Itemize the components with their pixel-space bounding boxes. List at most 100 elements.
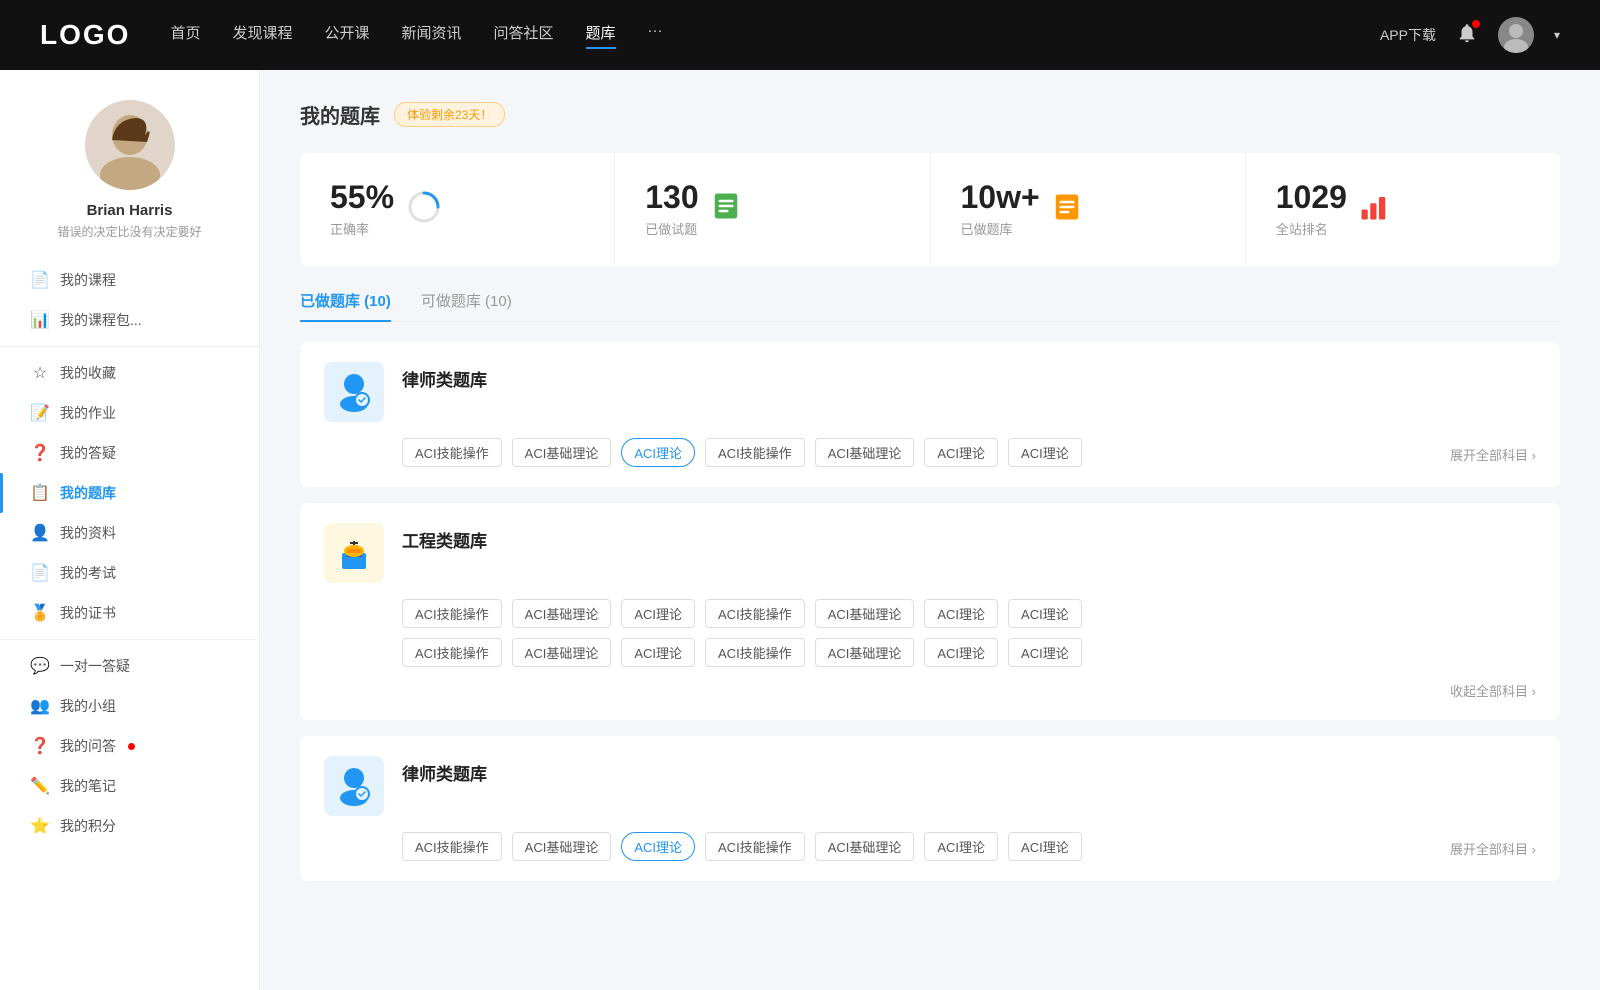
- tab-done[interactable]: 已做题库 (10): [300, 290, 391, 321]
- stat-questions: 130 已做试题: [615, 153, 930, 266]
- sidebar-item-homework[interactable]: 📝 我的作业: [0, 393, 259, 433]
- tag-2-6[interactable]: ACI理论: [1008, 832, 1082, 861]
- collapse-row-1: 收起全部科目 ›: [324, 677, 1536, 700]
- tag-1-13[interactable]: ACI理论: [1008, 638, 1082, 667]
- sidebar-item-group[interactable]: 👥 我的小组: [0, 686, 259, 726]
- qa-icon: ❓: [30, 443, 50, 463]
- logo: LOGO: [40, 19, 130, 51]
- nav-discover[interactable]: 发现课程: [232, 22, 292, 49]
- nav-home[interactable]: 首页: [170, 22, 200, 49]
- sidebar-item-1on1[interactable]: 💬 一对一答疑: [0, 646, 259, 686]
- tag-1-12[interactable]: ACI理论: [924, 638, 998, 667]
- sidebar-item-favorites-label: 我的收藏: [60, 363, 116, 383]
- nav-qbank[interactable]: 题库: [586, 22, 616, 49]
- qbank-icon-lawyer-0: [324, 362, 384, 422]
- nav-qa[interactable]: 问答社区: [494, 22, 554, 49]
- sidebar-item-notes[interactable]: ✏️ 我的笔记: [0, 766, 259, 806]
- sidebar-item-cert[interactable]: 🏅 我的证书: [0, 593, 259, 633]
- tag-0-3[interactable]: ACI技能操作: [705, 438, 805, 467]
- user-menu-chevron[interactable]: ▾: [1554, 28, 1560, 42]
- user-avatar-nav[interactable]: [1498, 17, 1534, 53]
- sidebar-item-favorites[interactable]: ☆ 我的收藏: [0, 353, 259, 393]
- sidebar-item-points[interactable]: ⭐ 我的积分: [0, 806, 259, 846]
- tag-0-6[interactable]: ACI理论: [1008, 438, 1082, 467]
- courses-icon: 📄: [30, 270, 50, 290]
- stat-banks-label: 已做题库: [961, 219, 1040, 238]
- stat-ranking-value: 1029: [1276, 181, 1347, 213]
- qbank-card-0: 律师类题库 ACI技能操作 ACI基础理论 ACI理论 ACI技能操作 ACI基…: [300, 342, 1560, 487]
- tag-1-6[interactable]: ACI理论: [1008, 599, 1082, 628]
- tag-1-8[interactable]: ACI基础理论: [512, 638, 612, 667]
- nav-open-course[interactable]: 公开课: [324, 22, 369, 49]
- expand-link-0[interactable]: 展开全部科目 ›: [1450, 441, 1536, 464]
- tag-2-1[interactable]: ACI基础理论: [512, 832, 612, 861]
- exam-icon: 📄: [30, 563, 50, 583]
- tag-2-2[interactable]: ACI理论: [621, 832, 695, 861]
- profile-icon: 👤: [30, 523, 50, 543]
- sidebar-item-qbank-label: 我的题库: [60, 483, 116, 503]
- tag-0-1[interactable]: ACI基础理论: [512, 438, 612, 467]
- tag-0-5[interactable]: ACI理论: [924, 438, 998, 467]
- sidebar-item-exam[interactable]: 📄 我的考试: [0, 553, 259, 593]
- tag-1-11[interactable]: ACI基础理论: [815, 638, 915, 667]
- sidebar-item-courses[interactable]: 📄 我的课程: [0, 260, 259, 300]
- sidebar-item-homework-label: 我的作业: [60, 403, 116, 423]
- sidebar-menu: 📄 我的课程 📊 我的课程包... ☆ 我的收藏 📝 我的作业 ❓ 我的答疑 �: [0, 260, 259, 846]
- sidebar-item-course-pkg[interactable]: 📊 我的课程包...: [0, 300, 259, 340]
- sidebar-item-qa[interactable]: ❓ 我的答疑: [0, 433, 259, 473]
- notification-dot: [1472, 20, 1480, 28]
- group-icon: 👥: [30, 696, 50, 716]
- sidebar-item-profile[interactable]: 👤 我的资料: [0, 513, 259, 553]
- tag-1-2[interactable]: ACI理论: [621, 599, 695, 628]
- tag-1-0[interactable]: ACI技能操作: [402, 599, 502, 628]
- homework-icon: 📝: [30, 403, 50, 423]
- tag-2-5[interactable]: ACI理论: [924, 832, 998, 861]
- qbank-header-0: 律师类题库: [324, 362, 1536, 422]
- tag-0-4[interactable]: ACI基础理论: [815, 438, 915, 467]
- favorites-icon: ☆: [30, 363, 50, 383]
- nav-links: 首页 发现课程 公开课 新闻资讯 问答社区 题库 ···: [170, 22, 1340, 49]
- qbank-card-2: 律师类题库 ACI技能操作 ACI基础理论 ACI理论 ACI技能操作 ACI基…: [300, 736, 1560, 881]
- tag-1-3[interactable]: ACI技能操作: [705, 599, 805, 628]
- tab-available[interactable]: 可做题库 (10): [421, 290, 512, 321]
- stat-accuracy-value: 55%: [330, 181, 394, 213]
- sidebar-item-my-qa[interactable]: ❓ 我的问答: [0, 726, 259, 766]
- qbank-icon: 📋: [30, 483, 50, 503]
- tag-0-2[interactable]: ACI理论: [621, 438, 695, 467]
- stat-questions-value: 130: [645, 181, 698, 213]
- sidebar-item-courses-label: 我的课程: [60, 270, 116, 290]
- tag-1-9[interactable]: ACI理论: [621, 638, 695, 667]
- tag-1-5[interactable]: ACI理论: [924, 599, 998, 628]
- page-title: 我的题库: [300, 100, 380, 129]
- 1on1-icon: 💬: [30, 656, 50, 676]
- trial-badge: 体验剩余23天！: [394, 102, 505, 127]
- tag-1-10[interactable]: ACI技能操作: [705, 638, 805, 667]
- sidebar-item-exam-label: 我的考试: [60, 563, 116, 583]
- nav-more[interactable]: ···: [648, 22, 663, 49]
- stats-row: 55% 正确率 130 已做试题: [300, 153, 1560, 266]
- tag-1-4[interactable]: ACI基础理论: [815, 599, 915, 628]
- app-download-link[interactable]: APP下载: [1380, 25, 1436, 45]
- tag-1-7[interactable]: ACI技能操作: [402, 638, 502, 667]
- qbank-header-2: 律师类题库: [324, 756, 1536, 816]
- tag-2-3[interactable]: ACI技能操作: [705, 832, 805, 861]
- tag-1-1[interactable]: ACI基础理论: [512, 599, 612, 628]
- sidebar-divider-2: [0, 639, 259, 640]
- tag-2-0[interactable]: ACI技能操作: [402, 832, 502, 861]
- sidebar-item-notes-label: 我的笔记: [60, 776, 116, 796]
- sidebar-item-cert-label: 我的证书: [60, 603, 116, 623]
- collapse-link-1[interactable]: 收起全部科目 ›: [1450, 677, 1536, 700]
- doc-green-icon: [711, 191, 741, 228]
- sidebar-item-my-qa-label: 我的问答: [60, 736, 116, 756]
- notification-bell[interactable]: [1456, 22, 1478, 49]
- stat-accuracy-label: 正确率: [330, 219, 394, 238]
- tags-row-1-row2: ACI技能操作 ACI基础理论 ACI理论 ACI技能操作 ACI基础理论 AC…: [402, 638, 1536, 667]
- tag-2-4[interactable]: ACI基础理论: [815, 832, 915, 861]
- cert-icon: 🏅: [30, 603, 50, 623]
- sidebar-item-qbank[interactable]: 📋 我的题库: [0, 473, 259, 513]
- notes-icon: ✏️: [30, 776, 50, 796]
- nav-news[interactable]: 新闻资讯: [402, 22, 462, 49]
- my-qa-icon: ❓: [30, 736, 50, 756]
- tag-0-0[interactable]: ACI技能操作: [402, 438, 502, 467]
- expand-link-2[interactable]: 展开全部科目 ›: [1450, 835, 1536, 858]
